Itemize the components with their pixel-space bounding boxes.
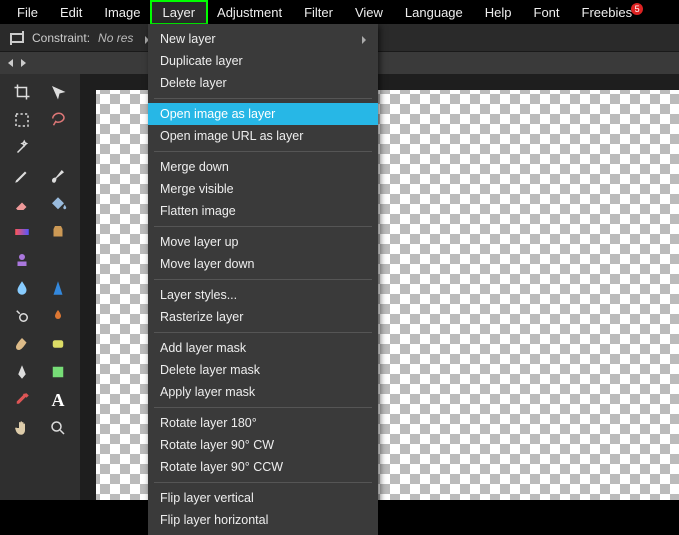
layer-menu-merge-visible[interactable]: Merge visible	[148, 178, 378, 200]
layer-menu-flip-layer-vertical[interactable]: Flip layer vertical	[148, 487, 378, 509]
layer-menu-add-layer-mask[interactable]: Add layer mask	[148, 337, 378, 359]
layer-menu-merge-down[interactable]: Merge down	[148, 156, 378, 178]
layer-dropdown: New layerDuplicate layerDelete layer Open…	[148, 24, 378, 535]
next-doc-icon[interactable]	[21, 59, 26, 67]
layer-menu-new-layer[interactable]: New layer	[148, 28, 378, 50]
layer-menu-delete-layer[interactable]: Delete layer	[148, 72, 378, 94]
layer-menu-move-layer-down[interactable]: Move layer down	[148, 253, 378, 275]
sponge-tool-icon[interactable]	[44, 332, 72, 356]
menu-separator	[154, 98, 372, 99]
menu-image[interactable]: Image	[93, 2, 151, 23]
menu-font[interactable]: Font	[523, 2, 571, 23]
blur-tool-icon[interactable]	[8, 276, 36, 300]
eyedropper-tool-icon[interactable]	[8, 388, 36, 412]
layer-menu-apply-layer-mask[interactable]: Apply layer mask	[148, 381, 378, 403]
brush-tool-icon[interactable]	[44, 164, 72, 188]
layer-menu-flip-layer-horizontal[interactable]: Flip layer horizontal	[148, 509, 378, 531]
menubar: File Edit Image Layer Adjustment Filter …	[0, 0, 679, 24]
shape-tool-icon[interactable]	[44, 360, 72, 384]
layer-menu-move-layer-up[interactable]: Move layer up	[148, 231, 378, 253]
constraint-value[interactable]: No res	[98, 31, 133, 45]
wand-tool-icon[interactable]	[8, 136, 36, 160]
layer-menu-open-image-url-as-layer[interactable]: Open image URL as layer	[148, 125, 378, 147]
layer-menu-delete-layer-mask[interactable]: Delete layer mask	[148, 359, 378, 381]
tool-panel: A	[0, 74, 80, 500]
constraint-label: Constraint:	[32, 31, 90, 45]
dodge-tool-icon[interactable]	[8, 304, 36, 328]
burn-tool-icon[interactable]	[44, 304, 72, 328]
crop-tool-icon[interactable]	[8, 80, 36, 104]
menu-edit[interactable]: Edit	[49, 2, 93, 23]
pencil-tool-icon[interactable]	[8, 164, 36, 188]
bucket-tool-icon[interactable]	[44, 192, 72, 216]
lasso-tool-icon[interactable]	[44, 108, 72, 132]
menu-separator	[154, 332, 372, 333]
freebies-badge: 5	[631, 3, 643, 15]
clone-tool-icon[interactable]	[44, 220, 72, 244]
marquee-tool-icon[interactable]	[8, 108, 36, 132]
menu-separator	[154, 151, 372, 152]
menu-separator	[154, 279, 372, 280]
text-tool-icon[interactable]: A	[44, 388, 72, 412]
pen-tool-icon[interactable]	[8, 360, 36, 384]
hand-tool-icon[interactable]	[8, 416, 36, 440]
menu-file[interactable]: File	[6, 2, 49, 23]
spacer	[44, 136, 72, 160]
layer-menu-rotate-layer-180-[interactable]: Rotate layer 180°	[148, 412, 378, 434]
layer-menu-rasterize-layer[interactable]: Rasterize layer	[148, 306, 378, 328]
menu-freebies[interactable]: Freebies 5	[571, 2, 644, 23]
layer-menu-flatten-image[interactable]: Flatten image	[148, 200, 378, 222]
layer-menu-open-image-as-layer[interactable]: Open image as layer	[148, 103, 378, 125]
menu-layer[interactable]: Layer	[152, 2, 207, 23]
menu-filter[interactable]: Filter	[293, 2, 344, 23]
layer-menu-duplicate-layer[interactable]: Duplicate layer	[148, 50, 378, 72]
menu-adjustment[interactable]: Adjustment	[206, 2, 293, 23]
move-tool-icon[interactable]	[44, 80, 72, 104]
menu-separator	[154, 226, 372, 227]
sharpen-tool-icon[interactable]	[44, 276, 72, 300]
stamp-tool-icon[interactable]	[8, 248, 36, 272]
zoom-tool-icon[interactable]	[44, 416, 72, 440]
menu-freebies-label: Freebies	[582, 5, 633, 20]
menu-view[interactable]: View	[344, 2, 394, 23]
crop-icon	[10, 31, 24, 45]
layer-menu-layer-styles-[interactable]: Layer styles...	[148, 284, 378, 306]
menu-separator	[154, 482, 372, 483]
menu-language[interactable]: Language	[394, 2, 474, 23]
eraser-tool-icon[interactable]	[8, 192, 36, 216]
layer-menu-rotate-layer-90-cw[interactable]: Rotate layer 90° CW	[148, 434, 378, 456]
layer-menu-rotate-layer-90-ccw[interactable]: Rotate layer 90° CCW	[148, 456, 378, 478]
prev-doc-icon[interactable]	[8, 59, 13, 67]
menu-help[interactable]: Help	[474, 2, 523, 23]
smudge-tool-icon[interactable]	[8, 332, 36, 356]
spacer	[44, 248, 72, 272]
menu-separator	[154, 407, 372, 408]
gradient-tool-icon[interactable]	[8, 220, 36, 244]
